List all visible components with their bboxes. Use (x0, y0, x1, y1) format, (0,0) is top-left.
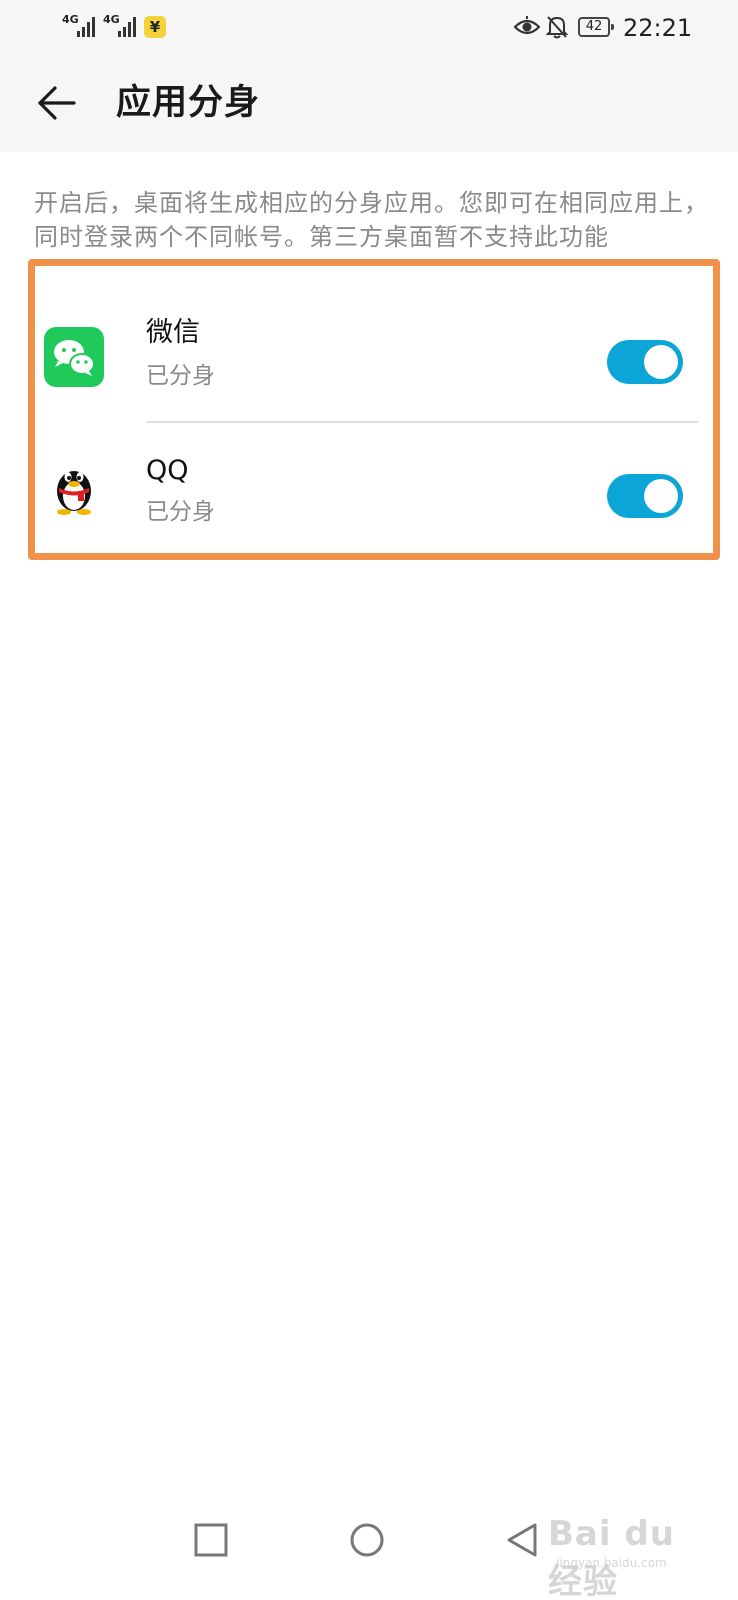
back-arrow-icon[interactable] (36, 82, 78, 124)
app-clone-list: 微信 已分身 QQ 已分身 (28, 259, 720, 560)
qq-clone-toggle[interactable] (607, 474, 683, 518)
list-item-wechat[interactable]: 微信 已分身 (35, 266, 713, 423)
app-name: 微信 (146, 317, 200, 348)
watermark-url: jingyan.baidu.com (556, 1556, 667, 1570)
back-triangle-icon[interactable] (503, 1520, 543, 1560)
page-title: 应用分身 (116, 83, 261, 123)
eye-comfort-icon (514, 16, 540, 35)
qq-penguin-icon (44, 457, 104, 517)
status-clock: 22:21 (623, 14, 693, 42)
header: 应用分身 (0, 56, 738, 152)
home-circle-icon[interactable] (347, 1520, 387, 1560)
wechat-clone-toggle[interactable] (607, 340, 683, 384)
feature-description: 开启后，桌面将生成相应的分身应用。您即可在相同应用上，同时登录两个不同帐号。第三… (34, 189, 709, 251)
app-clone-status: 已分身 (146, 363, 215, 389)
payment-notification-icon: ¥ (144, 16, 166, 38)
bell-muted-icon (545, 16, 569, 39)
baidu-jingyan-watermark: Bai du 经验 jingyan.baidu.com (548, 1504, 708, 1600)
battery-icon: 42 (578, 17, 614, 37)
app-clone-status: 已分身 (146, 499, 215, 525)
app-name: QQ (146, 455, 189, 486)
signal-bars-icon (77, 17, 95, 37)
app-clone-screen: 4G 4G ¥ 42 22:21 应用分身 开启后，桌面将生成相应的分身应用。您… (0, 0, 738, 1600)
recent-apps-square-icon[interactable] (191, 1520, 231, 1560)
signal-bars-icon (118, 17, 136, 37)
list-item-qq[interactable]: QQ 已分身 (35, 413, 713, 543)
toggle-knob (644, 479, 678, 513)
status-bar: 4G 4G ¥ 42 22:21 (0, 0, 738, 56)
toggle-knob (644, 345, 678, 379)
wechat-icon (44, 327, 104, 387)
